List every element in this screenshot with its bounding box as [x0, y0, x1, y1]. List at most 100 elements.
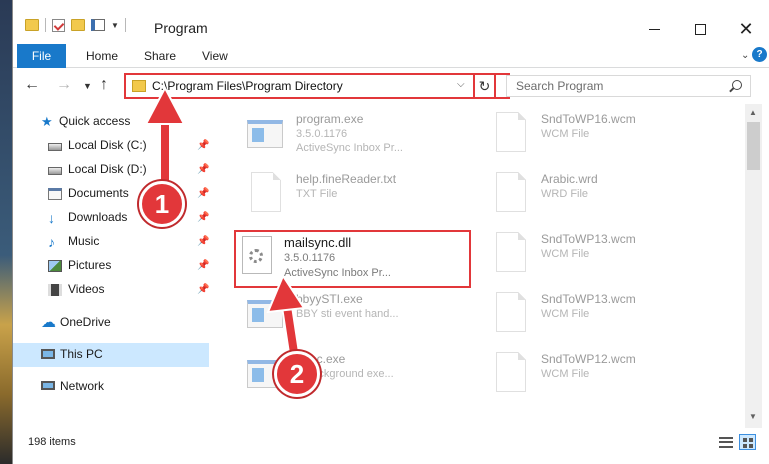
quick-access-toolbar: ▼: [25, 18, 126, 32]
star-icon: ★: [41, 114, 53, 129]
maximize-icon: [694, 23, 706, 35]
pin-icon: 📌: [197, 164, 210, 175]
item-count: 198 items: [28, 436, 76, 448]
sidebar-item-label: Quick access: [59, 114, 131, 128]
list-item[interactable]: bbyySTI.exe BBY sti event hand...: [221, 286, 461, 344]
sidebar-item-network[interactable]: Network: [13, 375, 209, 399]
file-type: WCM File: [541, 128, 590, 140]
list-item[interactable]: SndToWP13.wcm WCM File: [466, 226, 706, 284]
file-name: SndToWP16.wcm: [541, 112, 636, 126]
sidebar-item-music[interactable]: ♪ Music 📌: [13, 230, 209, 254]
sidebar-item-pictures[interactable]: Pictures 📌: [13, 254, 209, 278]
pin-icon: 📌: [197, 236, 210, 247]
list-item[interactable]: SndToWP12.wcm WCM File: [466, 346, 706, 404]
list-item-mailsync[interactable]: mailsync.dll 3.5.0.1176 ActiveSync Inbox…: [234, 230, 474, 288]
sidebar-item-label: Local Disk (D:): [68, 162, 147, 176]
minimize-button[interactable]: [631, 14, 677, 44]
scroll-up-icon[interactable]: ▲: [749, 108, 757, 117]
tab-view[interactable]: View: [202, 49, 228, 63]
list-item[interactable]: Exec.exe Y background exe...: [221, 346, 461, 404]
list-item[interactable]: Arabic.wrd WRD File: [466, 166, 706, 224]
vertical-scrollbar[interactable]: ▲ ▼: [745, 104, 762, 428]
file-version: 3.5.0.1176: [296, 128, 348, 140]
dll-file-icon: [238, 236, 276, 280]
list-item[interactable]: SndToWP13.wcm WCM File: [466, 286, 706, 344]
tab-home[interactable]: Home: [86, 49, 118, 63]
sidebar-item-label: Videos: [68, 282, 105, 296]
tab-file[interactable]: File: [17, 44, 66, 68]
file-name: SndToWP13.wcm: [541, 232, 636, 246]
refresh-icon: ↻: [478, 77, 491, 94]
music-icon: ♪: [48, 234, 55, 250]
address-path[interactable]: C:\Program Files\Program Directory: [152, 79, 343, 93]
text-file-icon: [247, 172, 285, 216]
sidebar-item-label: Documents: [68, 186, 129, 200]
file-type: WCM File: [541, 368, 590, 380]
sidebar-item-local-disk-c[interactable]: Local Disk (C:) 📌: [13, 134, 209, 158]
minimize-icon: [648, 28, 660, 30]
chevron-down-icon[interactable]: ⌵: [457, 79, 465, 90]
up-arrow-icon[interactable]: ↑: [100, 76, 108, 94]
file-description: ActiveSync Inbox Pr...: [284, 267, 391, 279]
new-folder-icon[interactable]: [71, 19, 85, 31]
wrd-file-icon: [492, 172, 530, 216]
search-input[interactable]: Search Program: [506, 75, 751, 97]
file-description: ActiveSync Inbox Pr...: [296, 142, 403, 154]
recent-locations-icon[interactable]: ▼: [83, 81, 92, 91]
file-name: program.exe: [296, 112, 364, 126]
file-name: mailsync.dll: [284, 235, 352, 250]
folder-icon: [132, 80, 146, 92]
forward-arrow-icon[interactable]: →: [56, 76, 72, 94]
search-placeholder: Search Program: [516, 79, 604, 93]
address-row: ← → ▼ ↑ C:\Program Files\Program Directo…: [13, 69, 769, 103]
scroll-thumb[interactable]: [747, 122, 760, 170]
documents-icon: [48, 188, 62, 200]
maximize-button[interactable]: [677, 14, 723, 44]
sidebar-item-videos[interactable]: Videos 📌: [13, 278, 209, 302]
sidebar-item-quick-access[interactable]: ★ Quick access: [13, 110, 209, 134]
large-icons-view-icon[interactable]: [739, 434, 756, 450]
file-name: help.fineReader.txt: [296, 172, 397, 186]
scroll-down-icon[interactable]: ▼: [749, 412, 757, 421]
sidebar-item-local-disk-d[interactable]: Local Disk (D:) 📌: [13, 158, 209, 182]
wcm-file-icon: [492, 352, 530, 396]
checkmark-icon[interactable]: [52, 18, 65, 32]
properties-icon[interactable]: [91, 19, 105, 31]
exe-file-icon: [247, 112, 285, 156]
title-bar: ▼ Program ✕: [13, 0, 769, 44]
sidebar-item-label: Music: [68, 234, 100, 248]
search-icon: [732, 80, 742, 90]
list-item[interactable]: help.fineReader.txt TXT File: [221, 166, 461, 224]
sidebar-item-label: Pictures: [68, 258, 112, 272]
list-item[interactable]: program.exe 3.5.0.1176 ActiveSync Inbox …: [221, 106, 461, 164]
sidebar-item-onedrive[interactable]: ☁ OneDrive: [13, 311, 209, 335]
help-icon[interactable]: ?: [752, 47, 767, 62]
refresh-button[interactable]: ↻: [473, 73, 496, 99]
tab-share[interactable]: Share: [144, 49, 176, 63]
sidebar-item-this-pc[interactable]: This PC: [13, 343, 209, 367]
downloads-icon: ↓: [48, 210, 55, 226]
pictures-icon: [48, 260, 62, 272]
details-view-icon[interactable]: [719, 437, 733, 448]
explorer-window: ▼ Program ✕ File Home Share View ⌄ ? ← →…: [12, 0, 769, 464]
customize-dropdown-icon[interactable]: ▼: [111, 21, 119, 30]
wcm-file-icon: [492, 232, 530, 276]
sidebar-item-label: OneDrive: [60, 315, 111, 329]
expand-ribbon-icon[interactable]: ⌄: [741, 50, 749, 61]
disk-icon: [48, 143, 62, 151]
pin-icon: 📌: [197, 212, 210, 223]
wcm-file-icon: [492, 292, 530, 336]
disk-icon: [48, 167, 62, 175]
list-item[interactable]: SndToWP16.wcm WCM File: [466, 106, 706, 164]
sidebar-item-label: Local Disk (C:): [68, 138, 147, 152]
address-bar[interactable]: C:\Program Files\Program Directory ⌵: [124, 73, 510, 99]
file-name: bbyySTI.exe: [296, 292, 363, 306]
highlighted-file-box: mailsync.dll 3.5.0.1176 ActiveSync Inbox…: [234, 230, 471, 288]
network-icon: [41, 381, 55, 390]
sidebar-item-label: Network: [60, 379, 105, 393]
toolbar-divider: [124, 18, 126, 32]
close-button[interactable]: ✕: [723, 14, 769, 44]
sidebar-item-label: Downloads: [68, 210, 128, 224]
back-arrow-icon[interactable]: ←: [24, 76, 40, 94]
folder-icon: [25, 19, 39, 31]
